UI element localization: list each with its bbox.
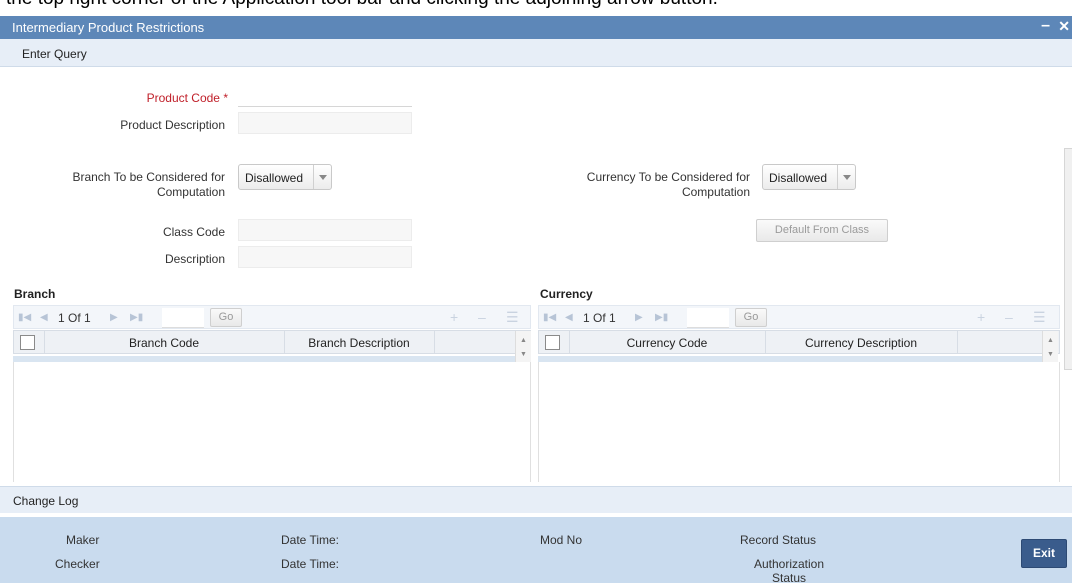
currency-grid-header: Currency Code Currency Description xyxy=(538,330,1060,354)
exit-button[interactable]: Exit xyxy=(1021,539,1067,568)
list-view-icon[interactable]: ☰ xyxy=(506,309,519,326)
default-from-class-button[interactable]: Default From Class xyxy=(756,219,888,242)
chevron-down-icon xyxy=(313,165,331,189)
branch-page-input[interactable] xyxy=(162,308,204,328)
currency-grid-body xyxy=(538,362,1060,482)
checker-label: Checker xyxy=(55,557,100,571)
window-title: Intermediary Product Restrictions xyxy=(12,20,205,35)
branch-select-all-checkbox[interactable] xyxy=(20,335,35,350)
branch-consider-label: Branch To be Considered for Computation xyxy=(20,170,225,200)
currency-page-info: 1 Of 1 xyxy=(583,311,616,325)
branch-section-title: Branch xyxy=(14,287,56,301)
currency-consider-label-line2: Computation xyxy=(681,185,750,199)
currency-section-title: Currency xyxy=(540,287,593,301)
class-code-field[interactable] xyxy=(238,219,412,241)
product-code-label-text: Product Code xyxy=(146,91,220,105)
checker-date-time-label: Date Time: xyxy=(281,557,340,571)
action-toolbar: Enter Query xyxy=(0,39,1072,67)
product-code-input[interactable] xyxy=(238,86,412,107)
scroll-down-icon[interactable]: ▼ xyxy=(1047,351,1054,358)
audit-footer: Maker Checker Date Time: Date Time: Mod … xyxy=(0,517,1072,583)
currency-consider-select[interactable]: Disallowed xyxy=(762,164,856,190)
authorization-status-label-line1: Authorization xyxy=(753,557,825,571)
chevron-down-icon xyxy=(837,165,855,189)
branch-grid-body xyxy=(13,362,531,482)
add-row-icon[interactable]: + xyxy=(450,309,458,325)
product-description-field[interactable] xyxy=(238,112,412,134)
branch-description-column-header[interactable]: Branch Description xyxy=(284,336,434,350)
branch-consider-value: Disallowed xyxy=(245,171,304,185)
column-divider xyxy=(434,331,435,353)
last-page-icon[interactable]: ▶▮ xyxy=(655,312,668,323)
branch-page-info: 1 Of 1 xyxy=(58,311,91,325)
class-code-label: Class Code xyxy=(162,225,225,239)
currency-page-input[interactable] xyxy=(687,308,729,328)
next-page-icon[interactable]: ▶ xyxy=(110,312,118,323)
description-label: Description xyxy=(164,252,225,266)
currency-go-button[interactable]: Go xyxy=(735,308,767,327)
previous-page-icon[interactable]: ◀ xyxy=(40,312,48,323)
branch-grid-header: Branch Code Branch Description xyxy=(13,330,531,354)
currency-consider-label: Currency To be Considered for Computatio… xyxy=(540,170,750,200)
next-page-icon[interactable]: ▶ xyxy=(635,312,643,323)
first-page-icon[interactable]: ▮◀ xyxy=(543,312,556,323)
first-page-icon[interactable]: ▮◀ xyxy=(18,312,31,323)
currency-select-all-checkbox[interactable] xyxy=(545,335,560,350)
required-mark: * xyxy=(223,91,228,105)
branch-consider-select[interactable]: Disallowed xyxy=(238,164,332,190)
remove-row-icon[interactable]: – xyxy=(1005,309,1013,325)
currency-code-column-header[interactable]: Currency Code xyxy=(569,336,765,350)
maker-label: Maker xyxy=(66,533,100,547)
maker-date-time-label: Date Time: xyxy=(281,533,340,547)
minimize-icon[interactable]: – xyxy=(1041,17,1050,35)
change-log-title: Change Log xyxy=(13,494,79,508)
last-page-icon[interactable]: ▶▮ xyxy=(130,312,143,323)
product-description-label: Product Description xyxy=(120,118,225,132)
currency-grid-scrollbar[interactable]: ▲ ▼ xyxy=(1042,331,1058,363)
scroll-down-icon[interactable]: ▼ xyxy=(520,351,527,358)
product-code-label: Product Code * xyxy=(80,91,228,105)
window-scrollbar[interactable] xyxy=(1064,148,1072,370)
description-field[interactable] xyxy=(238,246,412,268)
column-divider xyxy=(957,331,958,353)
close-icon[interactable]: ✕ xyxy=(1058,18,1070,35)
remove-row-icon[interactable]: – xyxy=(478,309,486,325)
list-view-icon[interactable]: ☰ xyxy=(1033,309,1046,326)
add-row-icon[interactable]: + xyxy=(977,309,985,325)
window-title-bar: Intermediary Product Restrictions – ✕ xyxy=(0,16,1072,39)
screenshot-caption-text: the top right corner of the Application … xyxy=(6,0,718,10)
branch-consider-label-line1: Branch To be Considered for xyxy=(72,170,225,184)
scroll-up-icon[interactable]: ▲ xyxy=(520,337,527,344)
authorization-status-label-line2: Status xyxy=(771,571,807,583)
record-status-label: Record Status xyxy=(740,533,817,547)
change-log-bar: Change Log xyxy=(0,486,1072,513)
branch-pagination-bar: ▮◀ ◀ 1 Of 1 ▶ ▶▮ Go + – ☰ xyxy=(13,305,531,329)
currency-consider-value: Disallowed xyxy=(769,171,828,185)
currency-pagination-bar: ▮◀ ◀ 1 Of 1 ▶ ▶▮ Go + – ☰ xyxy=(538,305,1060,329)
currency-description-column-header[interactable]: Currency Description xyxy=(765,336,957,350)
branch-grid-scrollbar[interactable]: ▲ ▼ xyxy=(515,331,531,363)
branch-go-button[interactable]: Go xyxy=(210,308,242,327)
authorization-status-label: Authorization Status xyxy=(748,557,830,583)
scroll-up-icon[interactable]: ▲ xyxy=(1047,337,1054,344)
mod-no-label: Mod No xyxy=(540,533,583,547)
enter-query-button[interactable]: Enter Query xyxy=(22,47,87,61)
previous-page-icon[interactable]: ◀ xyxy=(565,312,573,323)
branch-code-column-header[interactable]: Branch Code xyxy=(44,336,284,350)
currency-consider-label-line1: Currency To be Considered for xyxy=(586,170,750,184)
branch-consider-label-line2: Computation xyxy=(156,185,225,199)
